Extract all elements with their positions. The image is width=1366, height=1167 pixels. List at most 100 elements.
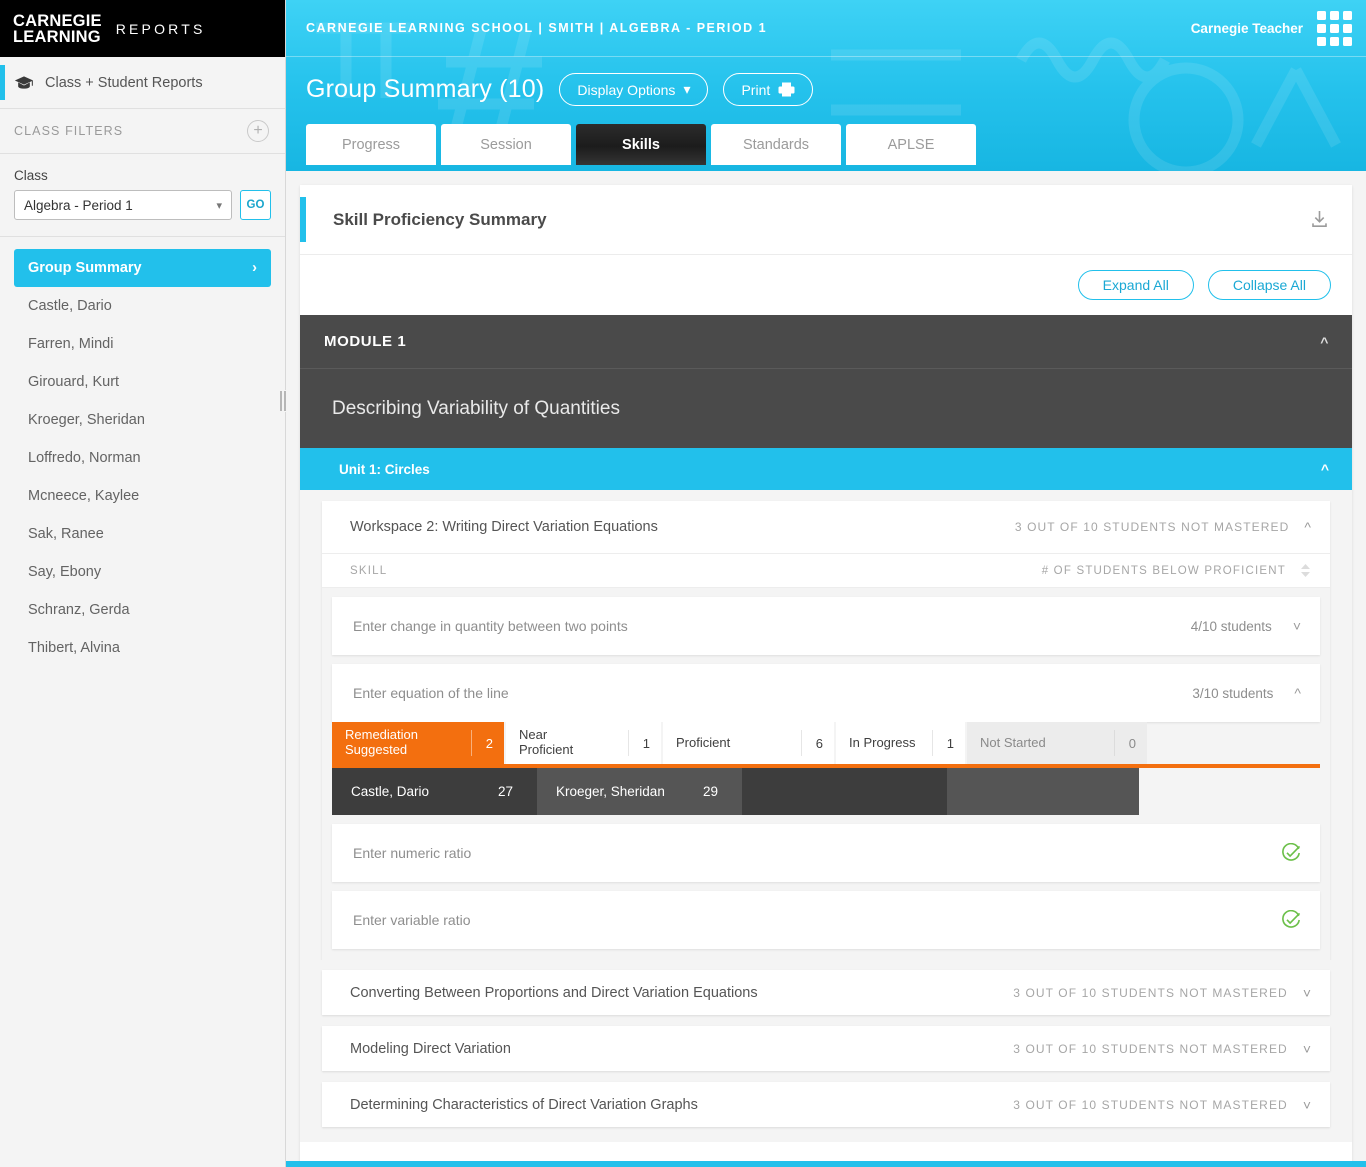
bucket-count: 0 [1113, 730, 1136, 756]
bucket-count: 2 [470, 730, 493, 756]
bucket-inprogress[interactable]: In Progress 1 [836, 722, 967, 764]
user-name[interactable]: Carnegie Teacher [1191, 21, 1303, 36]
chevron-down-icon: ˅ [1292, 618, 1301, 634]
bucket-proficient[interactable]: Proficient 6 [663, 722, 836, 764]
go-button[interactable]: GO [240, 190, 271, 220]
sort-arrows-icon[interactable] [1300, 563, 1311, 578]
check-circle-icon [1282, 910, 1301, 928]
class-select[interactable]: Algebra - Period 1 ▾ [14, 190, 232, 220]
sidebar-item-student[interactable]: Girouard, Kurt [0, 363, 285, 401]
sidebar-item-student[interactable]: Thibert, Alvina [0, 629, 285, 667]
collapsed-workspace-row[interactable]: Converting Between Proportions and Direc… [322, 970, 1330, 1015]
module-subtitle: Describing Variability of Quantities [300, 369, 1352, 448]
display-options-button[interactable]: Display Options ▾ [559, 73, 709, 106]
expand-all-button[interactable]: Expand All [1077, 270, 1194, 300]
bucket-student-score: 29 [702, 784, 718, 799]
bucket-remediation[interactable]: Remediation Suggested 2 [332, 722, 506, 764]
chevron-down-icon: ˅ [1302, 984, 1311, 1001]
workspace-status: 3 OUT OF 10 STUDENTS NOT MASTERED [1014, 520, 1290, 534]
student-nav-list: Group Summary › Castle, Dario Farren, Min… [0, 237, 285, 667]
skill-row[interactable]: Enter numeric ratio [332, 824, 1320, 882]
display-options-label: Display Options [577, 81, 676, 98]
workspace-name: Modeling Direct Variation [350, 1040, 511, 1057]
class-student-reports-header[interactable]: Class + Student Reports [0, 57, 285, 109]
unit-header[interactable]: Unit 1: Circles ^ [300, 448, 1352, 490]
skill-name: Enter variable ratio [353, 912, 471, 928]
bucket-notstarted[interactable]: Not Started 0 [967, 722, 1147, 764]
tab-session[interactable]: Session [441, 124, 571, 165]
collapse-all-button[interactable]: Collapse All [1207, 270, 1331, 300]
sidebar-item-student[interactable]: Mcneece, Kaylee [0, 477, 285, 515]
sidebar-item-student[interactable]: Loffredo, Norman [0, 439, 285, 477]
module-title: MODULE 1 [324, 333, 407, 350]
bucket-students-strip: Castle, Dario 27 Kroeger, Sheridan 29 [332, 768, 1320, 815]
skill-row[interactable]: Enter change in quantity between two poi… [332, 597, 1320, 655]
sidebar-item-student[interactable]: Castle, Dario [0, 287, 285, 325]
workspace-header[interactable]: Workspace 2: Writing Direct Variation Eq… [322, 501, 1330, 554]
column-header-below-proficient: # OF STUDENTS BELOW PROFICIENT [1041, 564, 1286, 577]
logo-bar[interactable]: CARNEGIE LEARNING REPORTS [0, 0, 285, 57]
module-header[interactable]: MODULE 1 ^ [300, 315, 1352, 369]
chevron-down-icon: ˅ [1302, 1096, 1311, 1113]
sidebar-item-student[interactable]: Kroeger, Sheridan [0, 401, 285, 439]
graduation-cap-icon [14, 75, 34, 89]
sidebar-item-student[interactable]: Say, Ebony [0, 553, 285, 591]
workspace-name: Determining Characteristics of Direct Va… [350, 1096, 698, 1113]
tab-progress[interactable]: Progress [306, 124, 436, 165]
sidebar-item-group-summary[interactable]: Group Summary › [14, 249, 271, 287]
workspace-status: 3 OUT OF 10 STUDENTS NOT MASTERED [1013, 1097, 1288, 1112]
bucket-count: 1 [627, 730, 650, 756]
bucket-student-cell[interactable]: Kroeger, Sheridan 29 [537, 768, 742, 815]
bucket-label: In Progress [849, 734, 916, 750]
workspace-name: Converting Between Proportions and Direc… [350, 984, 758, 1001]
main-content: CARNEGIE LEARNING SCHOOL | SMITH | ALGEB… [286, 0, 1366, 1167]
page-title-row: Group Summary (10) Display Options ▾ Pri… [286, 57, 1366, 106]
skill-proficiency-panel: Skill Proficiency Summary Expand All Col… [300, 185, 1352, 1167]
skill-row[interactable]: Enter variable ratio [332, 891, 1320, 949]
tab-aplse[interactable]: APLSE [846, 124, 976, 165]
app-header: CARNEGIE LEARNING SCHOOL | SMITH | ALGEB… [286, 0, 1366, 171]
class-select-value: Algebra - Period 1 [24, 197, 133, 213]
sidebar-item-student[interactable]: Sak, Ranee [0, 515, 285, 553]
workspace-status: 3 OUT OF 10 STUDENTS NOT MASTERED [1013, 985, 1288, 1000]
collapsed-workspace-row[interactable]: Modeling Direct Variation 3 OUT OF 10 STU… [322, 1026, 1330, 1071]
collapsed-workspaces-list: Converting Between Proportions and Direc… [300, 960, 1352, 1142]
class-filters-row: CLASS FILTERS + [0, 109, 285, 154]
bucket-label: Near Proficient [519, 727, 574, 757]
skill-row-header[interactable]: Enter equation of the line 3/10 students ^ [332, 664, 1320, 722]
bucket-label: Remediation Suggested [345, 727, 418, 757]
skill-name: Enter numeric ratio [353, 845, 472, 861]
bucket-count: 1 [931, 730, 954, 756]
workspace-name: Workspace 2: Writing Direct Variation Eq… [350, 519, 658, 535]
logo-line-1: CARNEGIE [13, 11, 102, 30]
chevron-down-icon: ▾ [216, 199, 222, 212]
grid-apps-icon[interactable] [1317, 10, 1352, 46]
bucket-near[interactable]: Near Proficient 1 [506, 722, 663, 764]
proficiency-bucket-bar: Remediation Suggested 2 Near Proficient 1 Prof… [332, 722, 1320, 768]
page-title: Group Summary (10) [306, 75, 545, 103]
bucket-count: 6 [800, 730, 823, 756]
logo-line-2: LEARNING [13, 27, 101, 46]
collapsed-workspace-row[interactable]: Determining Characteristics of Direct Va… [322, 1082, 1330, 1127]
skills-list: Enter change in quantity between two poi… [322, 588, 1330, 960]
bucket-label: Proficient [676, 734, 731, 750]
skill-count: 4/10 students [1190, 618, 1272, 634]
download-icon[interactable] [1309, 209, 1330, 230]
chevron-up-icon: ^ [1320, 461, 1329, 477]
tab-standards[interactable]: Standards [711, 124, 841, 165]
content-area: Skill Proficiency Summary Expand All Col… [286, 171, 1366, 1167]
plus-icon[interactable]: + [247, 120, 269, 142]
tab-skills[interactable]: Skills [576, 124, 706, 165]
bucket-student-cell[interactable]: Castle, Dario 27 [332, 768, 537, 815]
sidebar-item-student[interactable]: Schranz, Gerda [0, 591, 285, 629]
bucket-student-name: Kroeger, Sheridan [556, 784, 665, 799]
chevron-down-icon: ▾ [683, 81, 691, 97]
print-button[interactable]: Print [723, 73, 814, 106]
sidebar-item-student[interactable]: Farren, Mindi [0, 325, 285, 363]
expand-collapse-toolbar: Expand All Collapse All [300, 255, 1352, 315]
skills-table-header: SKILL # OF STUDENTS BELOW PROFICIENT [322, 554, 1330, 588]
chevron-up-icon: ^ [1294, 685, 1301, 701]
workspace-wrapper: Workspace 2: Writing Direct Variation Eq… [300, 490, 1352, 960]
unit-title: Unit 1: Circles [339, 461, 430, 477]
bucket-student-cell-empty [742, 768, 947, 815]
